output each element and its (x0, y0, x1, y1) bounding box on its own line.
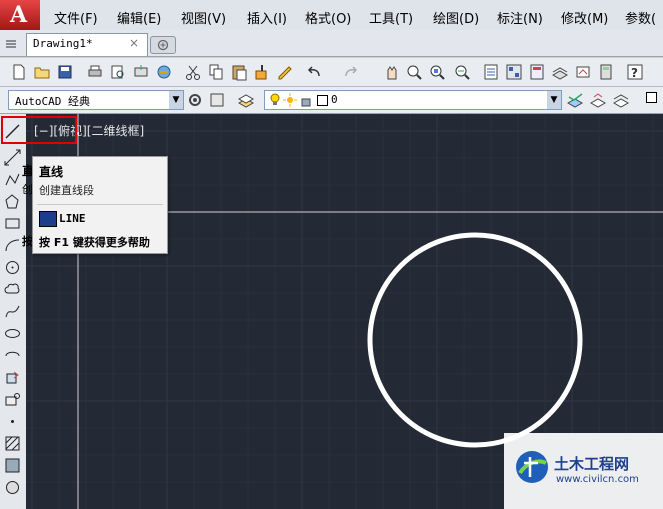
arc-icon[interactable] (4, 237, 21, 254)
menu-bar: 文件(F) 编辑(E) 视图(V) 插入(I) 格式(O) 工具(T) 绘图(D… (44, 6, 663, 28)
tool-palettes-icon[interactable] (528, 63, 546, 81)
tooltip-command: LINE (59, 212, 86, 225)
design-center-icon[interactable] (505, 63, 523, 81)
menu-file[interactable]: 文件(F) (54, 6, 117, 28)
workspace-value: AutoCAD 经典 (15, 95, 90, 108)
polygon-icon[interactable] (4, 193, 21, 210)
tab-drawing1[interactable]: Drawing1* × (26, 33, 148, 56)
layer-properties-icon[interactable] (237, 91, 255, 109)
layer-state-icon[interactable] (612, 91, 630, 109)
civilcn-logo-icon (516, 451, 548, 483)
revision-cloud-icon[interactable] (4, 281, 21, 298)
tab-drawing1-label: Drawing1* (33, 37, 93, 50)
layer-color-swatch (317, 95, 328, 106)
tooltip-title: 直线 (39, 165, 64, 179)
workspace-dropdown[interactable]: AutoCAD 经典 ▼ (8, 90, 184, 110)
menu-dimension[interactable]: 标注(N) (497, 6, 561, 28)
calculator-icon[interactable] (597, 63, 615, 81)
chevron-down-icon: ▼ (169, 91, 183, 109)
paste-icon[interactable] (230, 63, 248, 81)
workspace-customize-icon[interactable] (208, 91, 226, 109)
region-icon[interactable] (4, 479, 21, 496)
undo-icon[interactable] (305, 63, 323, 81)
zoom-realtime-icon[interactable] (405, 63, 423, 81)
new-tab-button[interactable] (150, 36, 176, 54)
menu-draw[interactable]: 绘图(D) (433, 6, 497, 28)
tooltip-description: 创建直线段 (39, 184, 94, 197)
tab-close-icon[interactable]: × (129, 36, 139, 50)
svg-text:?: ? (631, 66, 638, 80)
ellipse-arc-icon[interactable] (4, 347, 21, 364)
command-line-icon (39, 211, 57, 227)
red-highlight-box (1, 116, 77, 144)
polyline-icon[interactable] (4, 171, 21, 188)
construction-line-icon[interactable] (4, 149, 21, 166)
rectangle-icon[interactable] (4, 215, 21, 232)
menu-insert[interactable]: 插入(I) (247, 6, 305, 28)
menu-parametric[interactable]: 参数( (625, 6, 663, 28)
block-editor-icon[interactable] (276, 63, 294, 81)
tooltip-help: 按 F1 键获得更多帮助 (39, 236, 150, 249)
redo-icon[interactable] (342, 63, 360, 81)
layer-lock-icon (299, 93, 313, 107)
tooltip-divider (37, 204, 163, 205)
watermark-url: www.civilcn.com (556, 474, 639, 485)
help-icon[interactable]: ? (626, 63, 644, 81)
application-menu-button[interactable]: A (0, 0, 40, 30)
publish-icon[interactable] (132, 63, 150, 81)
watermark-logo: 土木工程网 www.civilcn.com (504, 433, 663, 509)
3d-dwf-icon[interactable] (155, 63, 173, 81)
markup-set-icon[interactable] (574, 63, 592, 81)
match-properties-icon[interactable] (253, 63, 271, 81)
point-icon[interactable] (4, 413, 21, 430)
menu-tools[interactable]: 工具(T) (369, 6, 433, 28)
open-folder-icon[interactable] (33, 63, 51, 81)
spline-icon[interactable] (4, 303, 21, 320)
make-current-layer-icon[interactable] (566, 91, 584, 109)
sun-icon (283, 93, 297, 107)
ellipse-icon[interactable] (4, 325, 21, 342)
zoom-window-icon[interactable] (428, 63, 446, 81)
sheet-set-icon[interactable] (551, 63, 569, 81)
app-logo: A (10, 2, 28, 28)
pan-icon[interactable] (383, 63, 401, 81)
copy-icon[interactable] (207, 63, 225, 81)
zoom-previous-icon[interactable] (453, 63, 471, 81)
print-preview-icon[interactable] (109, 63, 127, 81)
layer-previous-icon[interactable] (589, 91, 607, 109)
menu-view[interactable]: 视图(V) (181, 6, 247, 28)
watermark-title: 土木工程网 (554, 455, 630, 473)
insert-block-icon[interactable] (4, 369, 21, 386)
print-icon[interactable] (86, 63, 104, 81)
cut-icon[interactable] (184, 63, 202, 81)
new-file-icon[interactable] (10, 63, 28, 81)
layer-value: 0 (331, 93, 338, 106)
tab-menu-icon[interactable] (4, 37, 18, 51)
menu-modify[interactable]: 修改(M) (561, 6, 625, 28)
workspace-settings-icon[interactable] (186, 91, 204, 109)
properties-icon[interactable] (482, 63, 500, 81)
lightbulb-icon (269, 93, 281, 107)
gradient-icon[interactable] (4, 457, 21, 474)
menu-format[interactable]: 格式(O) (305, 6, 369, 28)
menu-edit[interactable]: 编辑(E) (117, 6, 181, 28)
circle-icon[interactable] (4, 259, 21, 276)
hatch-icon[interactable] (4, 435, 21, 452)
layer-dropdown[interactable]: 0 ▼ (264, 90, 562, 110)
save-icon[interactable] (56, 63, 74, 81)
chevron-down-icon: ▼ (547, 91, 561, 109)
line-tooltip: 直线 创建直线段 LINE 按 F1 键获得更多帮助 (32, 156, 168, 254)
make-block-icon[interactable] (4, 391, 21, 408)
color-control-swatch[interactable] (646, 92, 657, 103)
